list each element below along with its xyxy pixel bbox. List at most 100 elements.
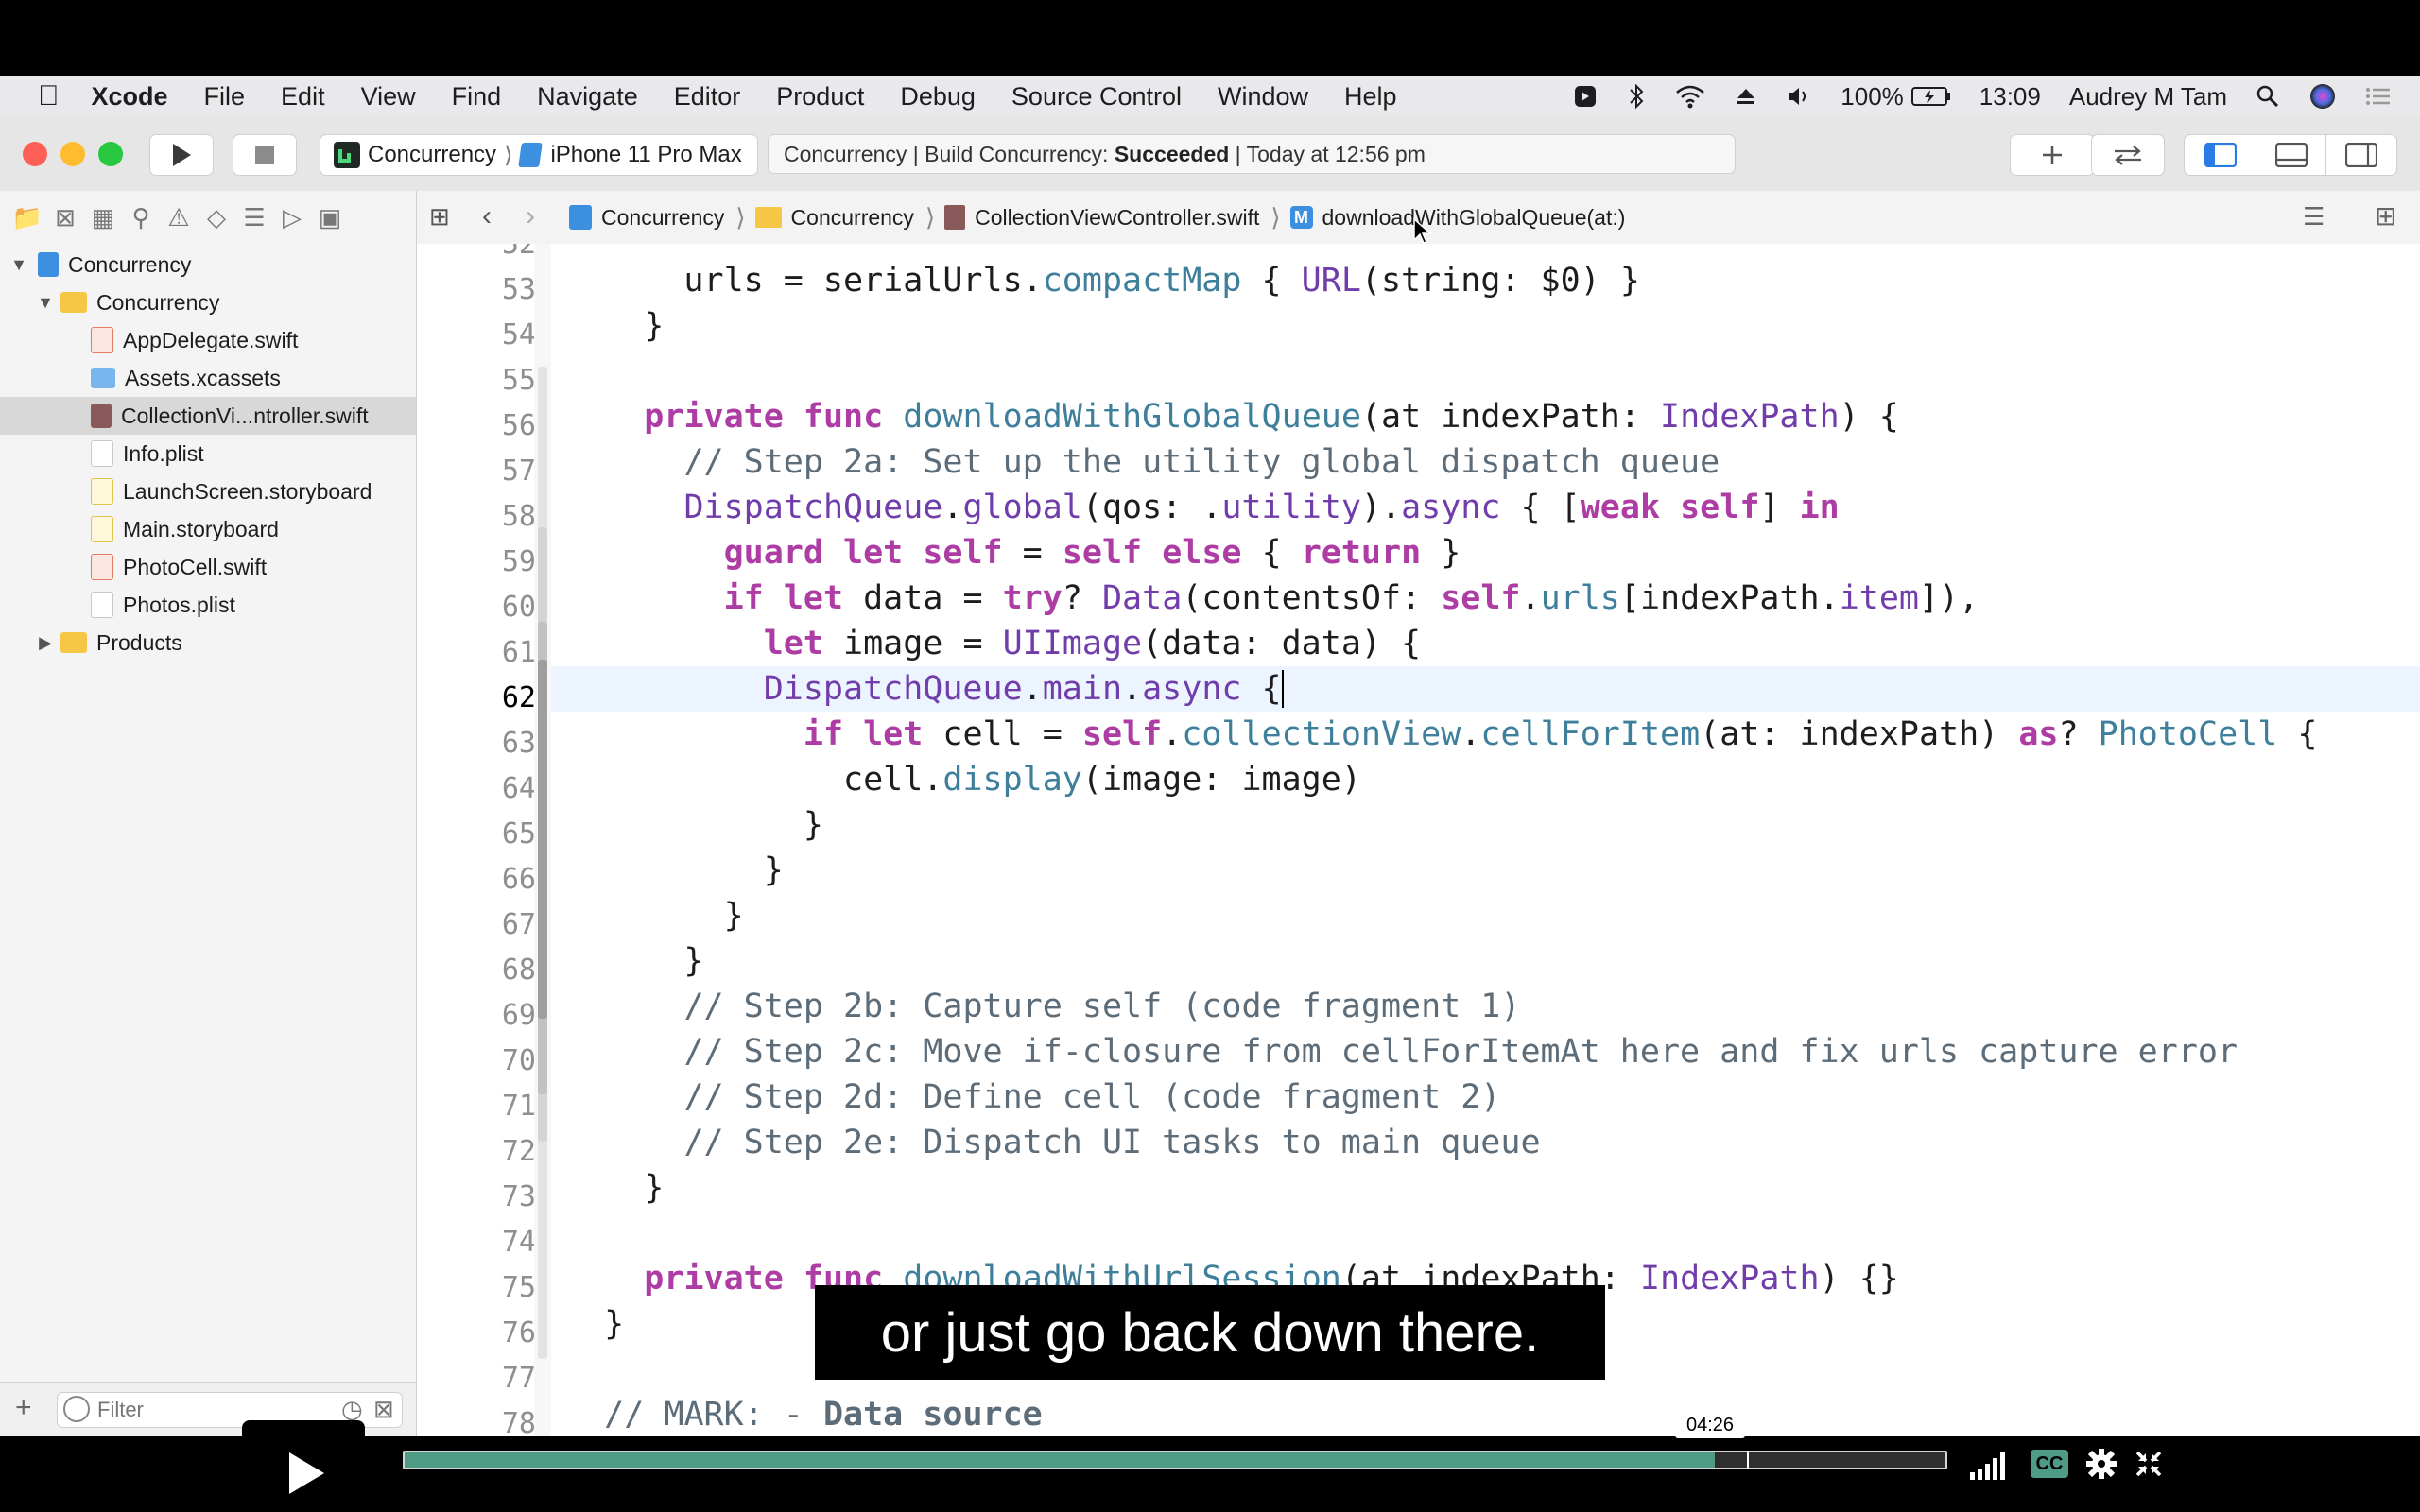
breadcrumb-method[interactable]: M downloadWithGlobalQueue(at:) — [1289, 205, 1625, 231]
code-line[interactable]: cell.display(image: image) — [564, 757, 2420, 802]
code-line[interactable]: // Step 2a: Set up the utility global di… — [564, 439, 2420, 485]
video-progress-bar[interactable] — [403, 1451, 1947, 1469]
menu-view[interactable]: View — [361, 82, 416, 112]
code-line[interactable]: // Step 2b: Capture self (code fragment … — [564, 984, 2420, 1029]
library-button[interactable] — [2010, 134, 2095, 176]
toggle-inspector-button[interactable] — [2325, 134, 2397, 176]
close-window-button[interactable] — [23, 142, 47, 166]
code-line[interactable]: // Step 2c: Move if-closure from cellFor… — [564, 1029, 2420, 1074]
code-line[interactable]: } — [564, 938, 2420, 984]
gear-icon[interactable] — [2085, 1448, 2118, 1480]
code-line[interactable]: // MARK: - Data source — [564, 1392, 2420, 1436]
list-item[interactable]: AppDelegate.swift — [0, 321, 416, 359]
code-line[interactable]: if let cell = self.collectionView.cellFo… — [564, 712, 2420, 757]
breakpoint-navigator-icon[interactable]: ▷ — [274, 203, 310, 232]
back-chevron-icon[interactable]: ‹ — [482, 200, 492, 232]
disclosure-closed-icon[interactable]: ▶ — [36, 633, 55, 653]
scheme-selector[interactable]: Concurrency ⟩ iPhone 11 Pro Max — [320, 134, 758, 176]
menu-edit[interactable]: Edit — [281, 82, 325, 112]
toggle-navigator-button[interactable] — [2184, 134, 2257, 176]
code-line[interactable]: DispatchQueue.global(qos: .utility).asyn… — [564, 485, 2420, 530]
siri-icon[interactable] — [2308, 82, 2337, 111]
dropbox-icon[interactable] — [1572, 83, 1599, 110]
code-line[interactable]: } — [564, 303, 2420, 349]
menu-find[interactable]: Find — [452, 82, 502, 112]
code-line[interactable]: } — [564, 802, 2420, 848]
notification-center-icon[interactable] — [2365, 85, 2392, 108]
apple-icon[interactable]:  — [38, 80, 60, 112]
debug-navigator-icon[interactable]: ☰ — [236, 203, 272, 232]
source-control-filter-icon[interactable]: ⊠ — [373, 1395, 394, 1424]
list-item[interactable]: ▼ Concurrency — [0, 246, 416, 284]
spotlight-search-icon[interactable] — [2256, 84, 2280, 109]
code-line[interactable]: urls = serialUrls.compactMap { URL(strin… — [564, 258, 2420, 303]
menu-debug[interactable]: Debug — [900, 82, 976, 112]
add-file-plus-icon[interactable]: + — [15, 1392, 32, 1424]
related-items-grid-icon[interactable]: ⊞ — [429, 202, 450, 232]
menu-editor[interactable]: Editor — [674, 82, 741, 112]
breadcrumb-group[interactable]: Concurrency — [754, 205, 914, 231]
code-line[interactable] — [564, 1211, 2420, 1256]
code-line[interactable]: } — [564, 848, 2420, 893]
issue-navigator-icon[interactable]: ⚠ — [161, 203, 197, 232]
code-line[interactable]: } — [564, 893, 2420, 938]
list-item-selected[interactable]: CollectionVi...ntroller.swift — [0, 397, 416, 435]
stop-button[interactable] — [233, 134, 297, 176]
fullscreen-icon[interactable] — [2135, 1450, 2163, 1478]
closed-captions-button[interactable]: CC — [2031, 1450, 2068, 1478]
eject-icon[interactable] — [1735, 85, 1757, 108]
menu-help[interactable]: Help — [1344, 82, 1397, 112]
editor-options-icon[interactable]: ☰ — [2303, 202, 2325, 232]
add-editor-icon[interactable]: ⊞ — [2375, 200, 2396, 232]
code-review-button[interactable] — [2091, 134, 2165, 176]
toggle-debug-area-button[interactable] — [2256, 134, 2327, 176]
menu-app-name[interactable]: Xcode — [92, 82, 168, 112]
zoom-window-button[interactable] — [98, 142, 123, 166]
battery-icon[interactable] — [1910, 86, 1951, 107]
volume-icon[interactable] — [1786, 84, 1812, 109]
wifi-icon[interactable] — [1674, 83, 1706, 110]
run-button[interactable] — [149, 134, 214, 176]
code-line[interactable]: // Step 2d: Define cell (code fragment 2… — [564, 1074, 2420, 1120]
menu-file[interactable]: File — [204, 82, 246, 112]
volume-bars-icon[interactable] — [1968, 1450, 2010, 1482]
report-navigator-icon[interactable]: ▣ — [312, 203, 348, 232]
breadcrumb-project[interactable]: Concurrency — [569, 205, 724, 231]
source-control-navigator-icon[interactable]: ⊠ — [47, 203, 83, 232]
test-navigator-icon[interactable]: ◇ — [199, 203, 234, 232]
breadcrumb-file[interactable]: CollectionViewController.swift — [944, 205, 1259, 231]
clock[interactable]: 13:09 — [1979, 82, 2041, 112]
user-name[interactable]: Audrey M Tam — [2069, 82, 2227, 112]
menu-source-control[interactable]: Source Control — [1011, 82, 1182, 112]
disclosure-open-icon[interactable]: ▼ — [36, 293, 55, 313]
code-folding-ribbon[interactable] — [534, 244, 551, 1436]
play-icon[interactable] — [285, 1450, 327, 1497]
list-item[interactable]: Assets.xcassets — [0, 359, 416, 397]
list-item[interactable]: LaunchScreen.storyboard — [0, 472, 416, 510]
bluetooth-icon[interactable] — [1627, 82, 1646, 111]
menu-navigate[interactable]: Navigate — [537, 82, 638, 112]
code-line[interactable] — [564, 349, 2420, 394]
code-line-current[interactable]: DispatchQueue.main.async { — [564, 666, 2420, 712]
code-line[interactable]: guard let self = self else { return } — [564, 530, 2420, 576]
source-editor[interactable]: 52 53 54 55 56 57 58 59 60 61 62 63 64 6… — [417, 244, 2420, 1436]
list-item[interactable]: ▶ Products — [0, 624, 416, 662]
minimize-window-button[interactable] — [60, 142, 85, 166]
menu-window[interactable]: Window — [1218, 82, 1308, 112]
list-item[interactable]: Info.plist — [0, 435, 416, 472]
find-navigator-icon[interactable]: ⚲ — [123, 203, 159, 232]
code-line[interactable]: // Step 2e: Dispatch UI tasks to main qu… — [564, 1120, 2420, 1165]
code-line[interactable]: } — [564, 1165, 2420, 1211]
code-line[interactable]: private func downloadWithGlobalQueue(at … — [564, 394, 2420, 439]
disclosure-open-icon[interactable]: ▼ — [9, 255, 28, 275]
list-item[interactable]: Main.storyboard — [0, 510, 416, 548]
symbol-navigator-icon[interactable]: ▦ — [85, 203, 121, 232]
list-item[interactable]: Photos.plist — [0, 586, 416, 624]
list-item[interactable]: PhotoCell.swift — [0, 548, 416, 586]
list-item[interactable]: ▼ Concurrency — [0, 284, 416, 321]
playhead[interactable] — [1747, 1451, 1749, 1469]
forward-chevron-icon[interactable]: › — [526, 200, 535, 232]
project-navigator-icon[interactable]: 📁 — [9, 203, 45, 232]
code-line[interactable]: let image = UIImage(data: data) { — [564, 621, 2420, 666]
menu-product[interactable]: Product — [776, 82, 864, 112]
